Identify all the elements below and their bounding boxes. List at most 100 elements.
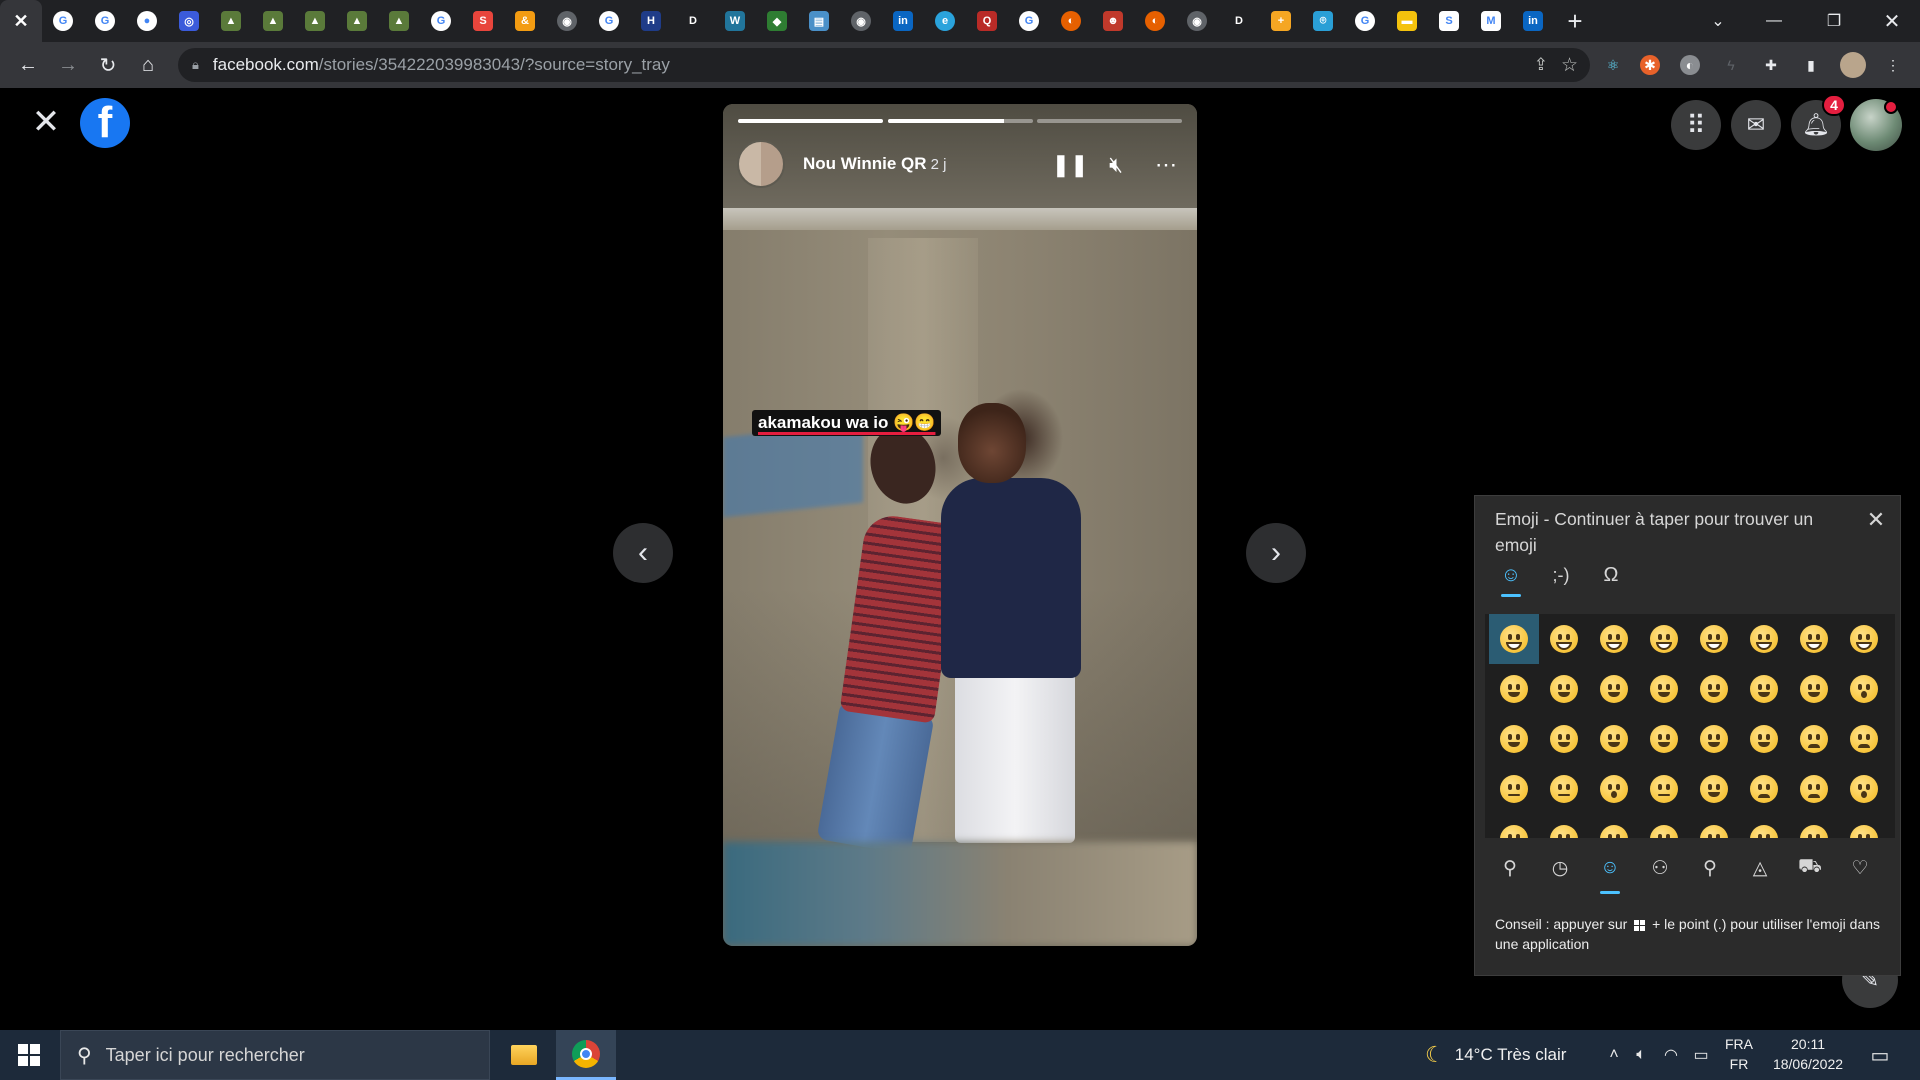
gray-extension-icon[interactable]: ◐: [1680, 55, 1700, 75]
battery-icon[interactable]: ▭: [1688, 1030, 1714, 1080]
side-panel-icon[interactable]: ▮: [1798, 52, 1824, 78]
browser-tab[interactable]: G: [420, 0, 462, 42]
browser-tab[interactable]: D: [1218, 0, 1260, 42]
emoji-item[interactable]: [1539, 614, 1589, 664]
browser-tab[interactable]: ●: [126, 0, 168, 42]
emoji-item[interactable]: [1639, 614, 1689, 664]
emoji-item[interactable]: [1539, 714, 1589, 764]
window-close-button[interactable]: ✕: [1864, 0, 1920, 42]
emoji-item[interactable]: [1789, 614, 1839, 664]
emoji-item[interactable]: [1489, 814, 1539, 838]
facebook-logo-icon[interactable]: f: [80, 98, 130, 148]
new-tab-icon[interactable]: +: [1554, 0, 1596, 42]
browser-tab[interactable]: ◆: [756, 0, 798, 42]
emoji-item[interactable]: [1539, 764, 1589, 814]
mute-icon[interactable]: 🔇︎: [1101, 150, 1131, 180]
more-options-icon[interactable]: ⋯: [1151, 150, 1181, 180]
emoji-item[interactable]: [1739, 714, 1789, 764]
emoji-item[interactable]: [1589, 764, 1639, 814]
start-button[interactable]: [0, 1030, 58, 1080]
emoji-item[interactable]: [1739, 664, 1789, 714]
profile-avatar-icon[interactable]: [1840, 52, 1866, 78]
browser-tab[interactable]: S: [1428, 0, 1470, 42]
browser-tab[interactable]: Q: [966, 0, 1008, 42]
browser-tab[interactable]: &: [504, 0, 546, 42]
pause-icon[interactable]: ❚❚: [1052, 150, 1089, 180]
browser-tab[interactable]: D: [672, 0, 714, 42]
reload-icon[interactable]: ↻: [88, 45, 128, 85]
file-explorer-button[interactable]: [494, 1030, 554, 1080]
orange-extension-icon[interactable]: ✱: [1640, 55, 1660, 75]
emoji-item[interactable]: [1689, 714, 1739, 764]
emoji-item[interactable]: [1789, 764, 1839, 814]
minimize-button[interactable]: —: [1746, 0, 1802, 42]
emoji-item[interactable]: [1739, 814, 1789, 838]
kaomoji-tab-icon[interactable]: ;-): [1541, 559, 1581, 591]
emoji-item[interactable]: [1789, 814, 1839, 838]
browser-tab[interactable]: ☻: [1092, 0, 1134, 42]
emoji-item[interactable]: [1839, 664, 1889, 714]
emoji-item[interactable]: [1589, 614, 1639, 664]
emoji-item[interactable]: [1489, 614, 1539, 664]
emoji-item[interactable]: [1539, 814, 1589, 838]
browser-tab[interactable]: G: [42, 0, 84, 42]
browser-tab[interactable]: G: [588, 0, 630, 42]
emoji-item[interactable]: [1489, 714, 1539, 764]
browser-tab[interactable]: G: [1008, 0, 1050, 42]
extensions-puzzle-icon[interactable]: ✚: [1758, 52, 1784, 78]
close-story-icon[interactable]: ✕: [30, 103, 62, 141]
browser-tab[interactable]: in: [1512, 0, 1554, 42]
browser-tab[interactable]: e: [924, 0, 966, 42]
browser-tab[interactable]: H: [630, 0, 672, 42]
emoji-item[interactable]: [1689, 764, 1739, 814]
browser-tab[interactable]: ▲: [294, 0, 336, 42]
emoji-item[interactable]: [1739, 614, 1789, 664]
emoji-item[interactable]: [1639, 814, 1689, 838]
browser-tab[interactable]: ◎: [168, 0, 210, 42]
emoji-item[interactable]: [1839, 764, 1889, 814]
taskbar-search[interactable]: ⚲ Taper ici pour rechercher: [60, 1030, 490, 1080]
browser-tab[interactable]: W: [714, 0, 756, 42]
story-author-avatar[interactable]: [737, 140, 785, 188]
emoji-item[interactable]: [1789, 664, 1839, 714]
emoji-people-icon[interactable]: ⚇: [1640, 848, 1680, 888]
emoji-item[interactable]: [1589, 664, 1639, 714]
browser-tab[interactable]: S: [462, 0, 504, 42]
emoji-search-icon[interactable]: ⚲: [1490, 848, 1530, 888]
browser-tab[interactable]: ◉: [1176, 0, 1218, 42]
volume-icon[interactable]: 🔈︎: [1628, 1030, 1654, 1080]
browser-tab[interactable]: ▲: [252, 0, 294, 42]
next-story-button[interactable]: ›: [1246, 523, 1306, 583]
smiley-tab-icon[interactable]: ☺: [1491, 559, 1531, 597]
browser-tab[interactable]: ▬: [1386, 0, 1428, 42]
browser-tab[interactable]: G: [84, 0, 126, 42]
story-author-name[interactable]: Nou Winnie QR 2 j: [803, 154, 946, 174]
emoji-recent-icon[interactable]: ◷: [1540, 848, 1580, 888]
browser-tab[interactable]: ▲: [378, 0, 420, 42]
close-icon[interactable]: ✕: [13, 11, 28, 32]
emoji-item[interactable]: [1689, 614, 1739, 664]
emoji-travel-icon[interactable]: ⛟: [1790, 848, 1830, 888]
chrome-menu-icon[interactable]: ⋮: [1880, 52, 1906, 78]
emoji-item[interactable]: [1589, 714, 1639, 764]
emoji-item[interactable]: [1839, 614, 1889, 664]
chrome-taskbar-button[interactable]: [556, 1030, 616, 1080]
bolt-extension-icon[interactable]: ϟ: [1718, 52, 1744, 78]
emoji-item[interactable]: [1639, 664, 1689, 714]
back-icon[interactable]: ←: [8, 45, 48, 85]
emoji-item[interactable]: [1739, 764, 1789, 814]
forward-icon[interactable]: →: [48, 45, 88, 85]
tab-search-icon[interactable]: ⌄: [1690, 0, 1746, 42]
share-icon[interactable]: ⇪: [1534, 55, 1548, 75]
symbols-tab-icon[interactable]: Ω: [1591, 559, 1631, 591]
emoji-item[interactable]: [1489, 764, 1539, 814]
react-extension-icon[interactable]: ⚛: [1600, 52, 1626, 78]
tray-chevron-icon[interactable]: ˄: [1602, 1030, 1626, 1080]
browser-tab[interactable]: ◐: [1050, 0, 1092, 42]
emoji-item[interactable]: [1839, 714, 1889, 764]
emoji-item[interactable]: [1839, 814, 1889, 838]
previous-story-button[interactable]: ‹: [613, 523, 673, 583]
emoji-item[interactable]: [1789, 714, 1839, 764]
input-language[interactable]: FRA FR: [1720, 1034, 1758, 1074]
messenger-icon[interactable]: ✉: [1731, 100, 1781, 150]
